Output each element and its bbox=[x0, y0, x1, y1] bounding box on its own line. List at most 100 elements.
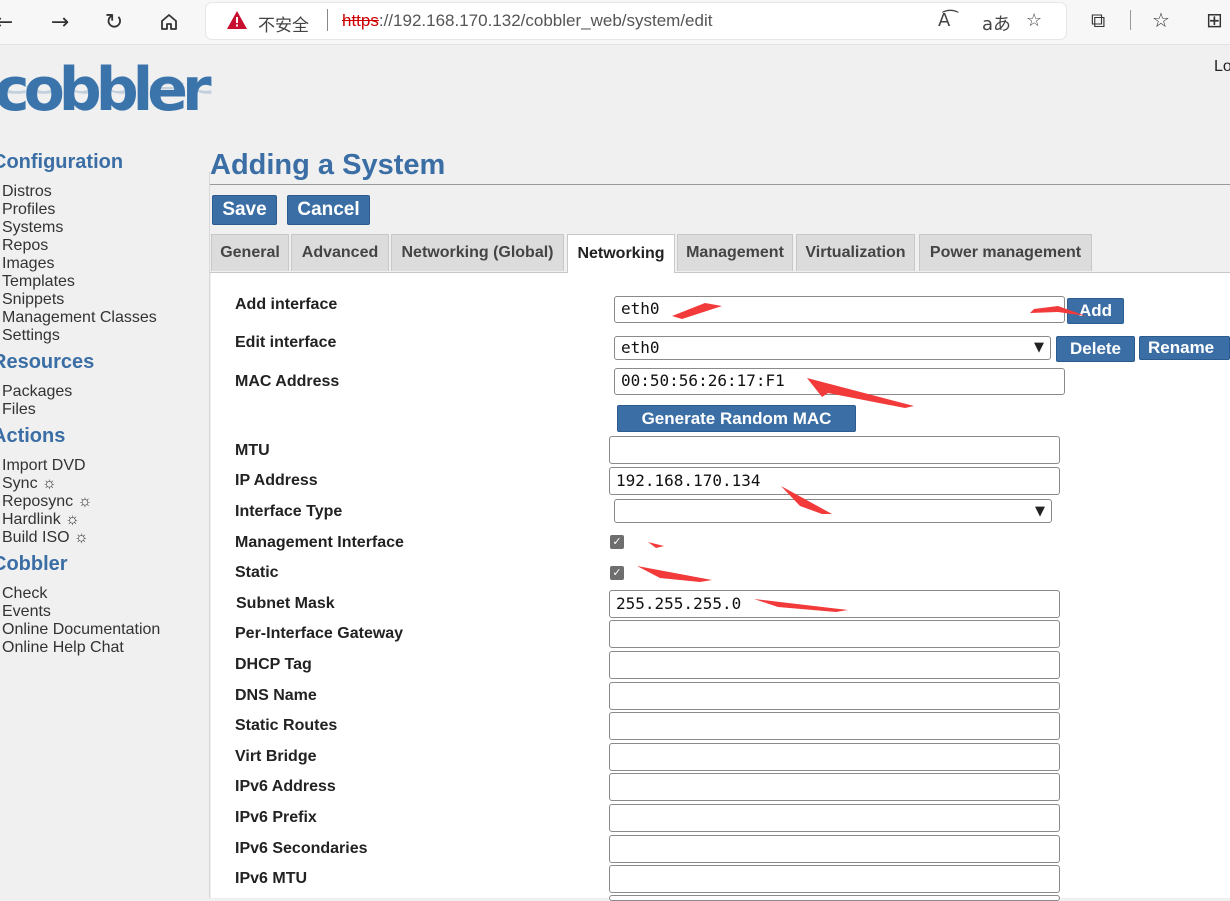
subnet-mask-label: Subnet Mask bbox=[236, 595, 335, 612]
url-scheme: https bbox=[342, 11, 379, 30]
sidebar-link-repos[interactable]: Repos bbox=[2, 237, 48, 255]
mtu-label: MTU bbox=[235, 442, 270, 459]
sidebar-link-images[interactable]: Images bbox=[2, 255, 54, 273]
address-separator bbox=[327, 9, 328, 31]
tab-general[interactable]: General bbox=[211, 234, 289, 271]
interface-type-select[interactable]: ▼ bbox=[614, 499, 1052, 523]
static-label: Static bbox=[235, 564, 279, 581]
address-bar[interactable]: 不安全 https://192.168.170.132/cobbler_web/… bbox=[206, 3, 1066, 39]
page: cobbler cobbler Lo Configuration Distros… bbox=[0, 45, 1230, 901]
virt-bridge-input[interactable] bbox=[609, 743, 1060, 771]
virt-bridge-label: Virt Bridge bbox=[235, 748, 317, 765]
next-field-input[interactable] bbox=[609, 895, 1060, 901]
sidebar-link-import-dvd[interactable]: Import DVD bbox=[2, 457, 86, 475]
ipv6-mtu-input[interactable] bbox=[609, 865, 1060, 893]
sidebar-link-sync[interactable]: Sync ☼ bbox=[2, 475, 57, 493]
sidebar-link-online-help-chat[interactable]: Online Help Chat bbox=[2, 639, 124, 657]
save-button[interactable]: Save bbox=[212, 195, 277, 225]
tab-networking-global[interactable]: Networking (Global) bbox=[391, 234, 564, 271]
toolbar-divider bbox=[1130, 10, 1131, 30]
logo-reflection: cobbler bbox=[0, 76, 206, 102]
chevron-down-icon: ▼ bbox=[1035, 504, 1045, 519]
mac-address-label: MAC Address bbox=[235, 373, 340, 390]
browser-toolbar: ← → ↻ 不安全 https://192.168.170.132/cobble… bbox=[0, 0, 1230, 45]
refresh-icon[interactable]: ↻ bbox=[96, 4, 132, 40]
forward-icon[interactable]: → bbox=[42, 4, 78, 40]
sidebar-link-snippets[interactable]: Snippets bbox=[2, 291, 64, 309]
title-rule bbox=[210, 184, 1230, 185]
sidebar-section-resources: Resources bbox=[0, 351, 95, 373]
ipv6-secondaries-label: IPv6 Secondaries bbox=[235, 840, 368, 857]
sidebar-link-events[interactable]: Events bbox=[2, 603, 51, 621]
tabs-rule bbox=[210, 272, 1230, 273]
sidebar-link-management-classes[interactable]: Management Classes bbox=[2, 309, 157, 327]
dns-name-input[interactable] bbox=[609, 682, 1060, 710]
tab-advanced[interactable]: Advanced bbox=[291, 234, 389, 271]
subnet-mask-input[interactable]: 255.255.255.0 bbox=[609, 590, 1060, 618]
add-interface-input[interactable]: eth0 bbox=[614, 296, 1065, 323]
rename-interface-button[interactable]: Rename bbox=[1139, 336, 1230, 360]
sidebar-link-packages[interactable]: Packages bbox=[2, 383, 72, 401]
sidebar-link-settings[interactable]: Settings bbox=[2, 327, 60, 345]
sidebar-section-cobbler: Cobbler bbox=[0, 553, 68, 575]
login-link[interactable]: Lo bbox=[1214, 58, 1230, 76]
tab-management[interactable]: Management bbox=[677, 234, 793, 271]
url-text[interactable]: https://192.168.170.132/cobbler_web/syst… bbox=[342, 11, 712, 31]
edit-interface-label: Edit interface bbox=[235, 334, 337, 351]
translate-icon[interactable]: aあ bbox=[982, 10, 1011, 36]
generate-random-mac-button[interactable]: Generate Random MAC bbox=[617, 405, 856, 432]
chevron-down-icon: ▼ bbox=[1034, 340, 1044, 355]
sidebar-link-templates[interactable]: Templates bbox=[2, 273, 75, 291]
warning-icon bbox=[227, 11, 247, 29]
ip-address-input[interactable]: 192.168.170.134 bbox=[609, 467, 1060, 495]
gateway-input[interactable] bbox=[609, 620, 1060, 648]
dhcp-tag-input[interactable] bbox=[609, 651, 1060, 679]
dhcp-tag-label: DHCP Tag bbox=[235, 656, 312, 673]
static-routes-input[interactable] bbox=[609, 712, 1060, 740]
sidebar-link-reposync[interactable]: Reposync ☼ bbox=[2, 493, 92, 511]
tab-networking[interactable]: Networking bbox=[567, 234, 675, 273]
ipv6-prefix-input[interactable] bbox=[609, 804, 1060, 832]
back-icon[interactable]: ← bbox=[0, 4, 22, 40]
content-divider bbox=[209, 172, 210, 898]
interface-type-label: Interface Type bbox=[235, 503, 343, 520]
sidebar-link-profiles[interactable]: Profiles bbox=[2, 201, 55, 219]
ip-address-label: IP Address bbox=[235, 472, 318, 489]
add-interface-button[interactable]: Add bbox=[1067, 298, 1124, 324]
insecure-label: 不安全 bbox=[258, 16, 309, 36]
mtu-input[interactable] bbox=[609, 436, 1060, 464]
ipv6-mtu-label: IPv6 MTU bbox=[235, 870, 308, 887]
sidebar-link-hardlink[interactable]: Hardlink ☼ bbox=[2, 511, 80, 529]
sidebar-section-configuration: Configuration bbox=[0, 151, 124, 173]
favorites-icon[interactable]: ☆ bbox=[1152, 8, 1170, 32]
sidebar-link-online-documentation[interactable]: Online Documentation bbox=[2, 621, 160, 639]
sidebar-link-distros[interactable]: Distros bbox=[2, 183, 52, 201]
mac-address-input[interactable]: 00:50:56:26:17:F1 bbox=[614, 368, 1065, 395]
tab-power-management[interactable]: Power management bbox=[919, 234, 1092, 271]
sidebar-link-check[interactable]: Check bbox=[2, 585, 47, 603]
management-interface-label: Management Interface bbox=[235, 534, 404, 551]
dns-name-label: DNS Name bbox=[235, 687, 317, 704]
tab-virtualization[interactable]: Virtualization bbox=[796, 234, 915, 271]
cobbler-logo: cobbler cobbler bbox=[0, 55, 214, 135]
edit-interface-value: eth0 bbox=[621, 338, 660, 357]
home-icon[interactable] bbox=[151, 4, 187, 40]
cancel-button[interactable]: Cancel bbox=[287, 195, 370, 225]
ipv6-secondaries-input[interactable] bbox=[609, 835, 1060, 863]
extensions-icon[interactable]: ⧉ bbox=[1091, 8, 1105, 32]
edit-interface-select[interactable]: eth0 ▼ bbox=[614, 336, 1051, 360]
static-routes-label: Static Routes bbox=[235, 717, 338, 734]
add-interface-label: Add interface bbox=[235, 296, 338, 313]
management-interface-checkbox[interactable]: ✓ bbox=[610, 535, 624, 549]
ipv6-address-label: IPv6 Address bbox=[235, 778, 336, 795]
collections-icon[interactable]: ⊞ bbox=[1206, 8, 1223, 32]
sidebar-link-files[interactable]: Files bbox=[2, 401, 36, 419]
ipv6-address-input[interactable] bbox=[609, 773, 1060, 801]
favorite-add-icon[interactable]: ☆ bbox=[1026, 10, 1042, 31]
delete-interface-button[interactable]: Delete bbox=[1056, 336, 1135, 362]
static-checkbox[interactable]: ✓ bbox=[610, 566, 624, 580]
sidebar-link-systems[interactable]: Systems bbox=[2, 219, 63, 237]
sidebar-section-actions: Actions bbox=[0, 425, 66, 447]
sidebar-link-build-iso[interactable]: Build ISO ☼ bbox=[2, 529, 89, 547]
read-aloud-icon[interactable]: A͡ bbox=[938, 10, 950, 31]
